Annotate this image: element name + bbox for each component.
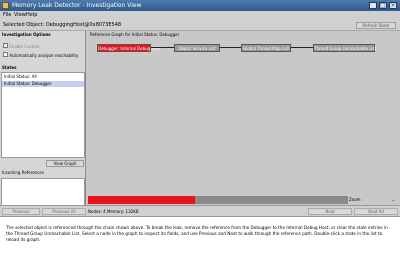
close-icon[interactable]: ×: [389, 2, 397, 9]
graph-node-thread-map[interactable]: Global Thread Map List: [241, 44, 291, 52]
state-list[interactable]: Initial Status: All Initial Status: Debu…: [1, 72, 85, 158]
previous-button[interactable]: Previous: [2, 208, 40, 215]
previous-all-button[interactable]: Previous All: [42, 208, 86, 215]
enable-custom-label: Enable Custom: [9, 44, 40, 49]
window-title: Memory Leak Detector - Investigation Vie…: [12, 2, 142, 9]
menu-view[interactable]: View: [14, 12, 26, 18]
chevron-down-icon[interactable]: ⌄: [390, 197, 397, 203]
maximize-icon[interactable]: □: [379, 2, 387, 9]
header-bar: Selected Object: DebuggingHost@0x8073E54…: [0, 19, 400, 31]
refresh-button[interactable]: Refresh State: [356, 22, 396, 29]
app-icon: [2, 2, 9, 9]
graph-edge: [291, 47, 313, 48]
states-title: States: [2, 65, 17, 70]
title-bar: Memory Leak Detector - Investigation Vie…: [0, 0, 400, 11]
enable-custom-option[interactable]: Enable Custom: [3, 43, 40, 49]
graph-panel[interactable]: Reference Graph for Initial Status: Debu…: [88, 31, 400, 205]
leak-progress-bar: Zoom ⌄: [88, 196, 400, 204]
graph-node-debugger[interactable]: Debugger: Internal Debug Host: [97, 44, 161, 52]
state-item-selected[interactable]: Initial Status: Debugger: [2, 81, 84, 87]
status-text: Nodes: 4 Memory: 132KB: [88, 209, 139, 214]
menu-file[interactable]: File: [3, 12, 11, 18]
progress-remaining-fill: [195, 196, 348, 204]
zoom-label[interactable]: Zoom: [349, 197, 361, 202]
graph-node-service-list[interactable]: Object Service List: [174, 44, 220, 52]
auto-analyze-label: Automatically analyze reachability: [9, 53, 79, 58]
minimize-icon[interactable]: _: [369, 2, 377, 9]
references-title: Incoming References: [2, 170, 44, 175]
menu-help[interactable]: Help: [26, 12, 37, 18]
state-item[interactable]: Initial Status: All: [2, 74, 84, 80]
next-all-button[interactable]: Next All: [354, 208, 398, 215]
menu-bar: File View Help: [0, 11, 400, 19]
graph-edge: [151, 47, 174, 48]
next-button[interactable]: Next: [308, 208, 352, 215]
checkbox-icon[interactable]: [3, 43, 8, 48]
left-panel: Investigation Options Enable Custom Auto…: [0, 31, 86, 235]
graph-title: Reference Graph for Initial Status: Debu…: [90, 32, 180, 37]
progress-leaked-fill: [88, 196, 195, 204]
graph-node-unreachable-list[interactable]: Thread Group Unreachable List: [313, 44, 376, 52]
checkbox-icon[interactable]: [3, 52, 8, 57]
graph-edge: [220, 47, 241, 48]
navigation-bar: Previous Previous All Nodes: 4 Memory: 1…: [0, 205, 400, 217]
view-graph-button[interactable]: View Graph: [46, 160, 84, 167]
options-title: Investigation Options: [2, 32, 51, 37]
description-text: The selected object is referenced throug…: [0, 217, 400, 266]
selected-object-title: Selected Object: DebuggingHost@0x8073E54…: [3, 22, 122, 28]
auto-analyze-option[interactable]: Automatically analyze reachability: [3, 52, 78, 58]
